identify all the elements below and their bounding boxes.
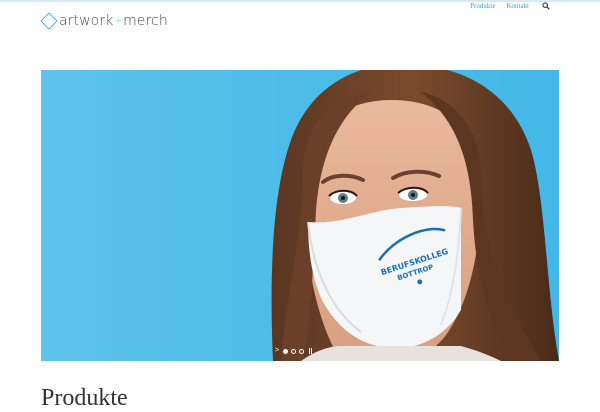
slider-dot-1[interactable] [283,348,289,354]
hero-image-woman-with-mask: BERUFSKOLLEG BOTTROP [271,70,559,361]
next-slide-arrow[interactable]: > [275,347,279,355]
nav-item-kontakt[interactable]: Kontakt [506,2,529,10]
hero-slider[interactable]: BERUFSKOLLEG BOTTROP > [41,70,559,361]
slider-dot-2[interactable] [291,348,297,354]
section-title-produkte: Produkte [41,385,128,411]
logo-word-artwork: artwork [59,13,114,29]
pause-icon[interactable] [309,348,313,354]
logo-text: artwork+merch [59,13,168,29]
logo-diamond-icon [40,12,58,30]
main-nav: Produkte Kontakt [459,0,550,12]
nav-item-produkte[interactable]: Produkte [470,2,495,10]
logo-word-merch: merch [123,13,168,29]
slider-dot-3[interactable] [299,348,305,354]
site-header: artwork+merch Produkte Kontakt [0,0,600,40]
search-icon[interactable] [542,2,550,10]
slider-controls: > [275,347,313,355]
site-logo[interactable]: artwork+merch [40,9,168,33]
logo-plus: + [114,16,123,26]
